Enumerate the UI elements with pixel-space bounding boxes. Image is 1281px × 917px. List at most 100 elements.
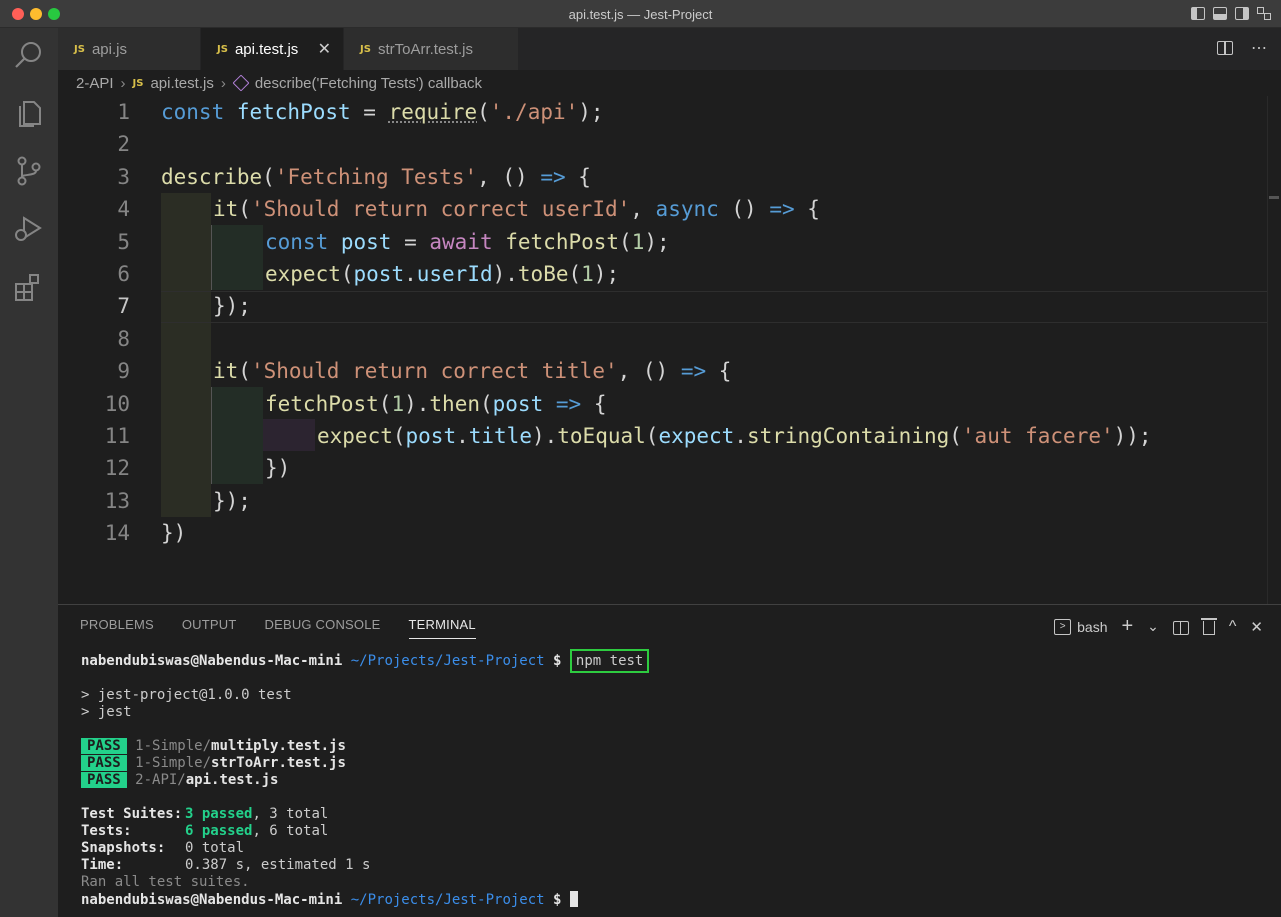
terminal-cursor bbox=[569, 891, 578, 907]
property: userId bbox=[416, 262, 493, 286]
prompt-sign: $ bbox=[553, 653, 562, 669]
test-dir: 2-API/ bbox=[135, 772, 186, 788]
code-line-5: const post = await fetchPost(1); bbox=[265, 226, 670, 258]
function-name: fetchPost bbox=[505, 229, 620, 254]
function-name: it bbox=[213, 197, 239, 222]
indent-guide-1 bbox=[161, 193, 211, 517]
test-dir: 1-Simple/ bbox=[135, 755, 212, 771]
line-number: 6 bbox=[117, 262, 130, 286]
run-debug-icon[interactable] bbox=[12, 212, 46, 246]
new-terminal-icon[interactable]: + bbox=[1121, 615, 1133, 638]
prompt-user: nabendubiswas@Nabendus-Mac-mini bbox=[81, 653, 343, 669]
line-number: 3 bbox=[117, 164, 130, 189]
keyword-await: await bbox=[429, 229, 493, 254]
javascript-file-icon: JS bbox=[74, 43, 85, 55]
toggle-panel-icon[interactable] bbox=[1213, 7, 1227, 20]
breadcrumb: 2-API › JS api.test.js › describe('Fetch… bbox=[58, 70, 1281, 96]
function-name: toBe bbox=[517, 262, 569, 286]
search-icon[interactable] bbox=[12, 38, 46, 72]
summary-time: Time: 0.387 s, estimated 1 s bbox=[81, 857, 370, 874]
identifier: post bbox=[405, 424, 457, 448]
line-number: 10 bbox=[104, 391, 130, 416]
line-number: 9 bbox=[117, 359, 130, 384]
window-title: api.test.js — Jest-Project bbox=[568, 7, 713, 22]
breadcrumb-folder[interactable]: 2-API bbox=[76, 75, 114, 92]
close-tab-icon[interactable]: ✕ bbox=[318, 39, 331, 59]
split-terminal-icon[interactable] bbox=[1172, 621, 1189, 635]
terminal-selector[interactable]: > bash bbox=[1054, 618, 1107, 635]
breadcrumb-file[interactable]: api.test.js bbox=[150, 75, 213, 92]
scrollbar-marker bbox=[1269, 196, 1279, 199]
ran-all-text: Ran all test suites. bbox=[81, 874, 250, 890]
punctuation: ( bbox=[262, 164, 275, 189]
tab-terminal[interactable]: TERMINAL bbox=[408, 617, 476, 639]
function-name: it bbox=[213, 359, 239, 384]
function-name: toEqual bbox=[557, 424, 646, 448]
code-editor[interactable]: 1 2 3 4 5 6 7 8 9 10 11 12 13 14 const f… bbox=[58, 96, 1281, 604]
tab-problems[interactable]: PROBLEMS bbox=[80, 617, 154, 639]
current-line-highlight bbox=[161, 291, 1281, 323]
tab-api-js[interactable]: JS api.js bbox=[58, 28, 201, 70]
activity-bar bbox=[0, 28, 58, 917]
operator: = bbox=[350, 100, 389, 124]
more-actions-icon[interactable]: ⋯ bbox=[1251, 38, 1267, 58]
punctuation: ( bbox=[238, 359, 251, 384]
maximize-panel-icon[interactable]: ^ bbox=[1229, 618, 1237, 636]
prompt-sign: $ bbox=[553, 892, 562, 908]
arrow: => bbox=[540, 164, 566, 189]
tab-api-test-js[interactable]: JS api.test.js ✕ bbox=[201, 28, 344, 70]
identifier: expect bbox=[658, 424, 735, 448]
chevron-right-icon: › bbox=[120, 74, 126, 92]
summary-snapshots: Snapshots: 0 total bbox=[81, 840, 244, 857]
explorer-files-icon[interactable] bbox=[12, 96, 46, 130]
summary-passed: 3 passed bbox=[185, 806, 253, 822]
summary-label: Time: bbox=[81, 857, 124, 873]
identifier: post bbox=[328, 229, 392, 254]
punctuation: )); bbox=[1113, 424, 1152, 448]
symbol-method-icon bbox=[232, 74, 250, 92]
prompt-user: nabendubiswas@Nabendus-Mac-mini bbox=[81, 892, 343, 908]
editor-scrollbar[interactable] bbox=[1267, 96, 1281, 604]
line-number: 13 bbox=[104, 488, 130, 513]
number: 1 bbox=[581, 262, 594, 286]
line-number: 11 bbox=[104, 424, 130, 448]
prompt-path: ~/Projects/Jest-Project bbox=[350, 892, 545, 908]
summary-label: Snapshots: bbox=[81, 840, 166, 856]
line-number: 12 bbox=[104, 456, 130, 481]
terminal-dropdown-icon[interactable]: ⌄ bbox=[1147, 618, 1159, 635]
source-control-icon[interactable] bbox=[12, 154, 46, 188]
toggle-secondary-sidebar-icon[interactable] bbox=[1235, 7, 1249, 20]
summary-total: , 3 total bbox=[252, 806, 329, 822]
customize-layout-icon[interactable] bbox=[1257, 7, 1271, 20]
tab-debug-console[interactable]: DEBUG CONSOLE bbox=[265, 617, 381, 639]
punctuation: ( bbox=[949, 424, 962, 448]
kill-terminal-icon[interactable] bbox=[1200, 618, 1217, 635]
terminal-text: > jest-project@1.0.0 test bbox=[81, 687, 292, 703]
string: 'Should return correct userId' bbox=[250, 197, 631, 222]
extensions-icon[interactable] bbox=[12, 270, 46, 304]
indent-guide-3 bbox=[263, 419, 315, 451]
line-number-current: 7 bbox=[117, 294, 130, 319]
toggle-sidebar-icon[interactable] bbox=[1191, 7, 1205, 20]
parameter: post bbox=[492, 391, 544, 416]
tab-output[interactable]: OUTPUT bbox=[182, 617, 237, 639]
code-line-11: expect(post.title).toEqual(expect.string… bbox=[317, 420, 1152, 452]
punctuation: ( bbox=[340, 262, 354, 286]
punctuation: , bbox=[630, 197, 656, 222]
punctuation: ( bbox=[378, 391, 392, 416]
tab-strtoarr-test-js[interactable]: JS strToArr.test.js bbox=[344, 28, 519, 70]
function-name: expect bbox=[317, 424, 393, 448]
terminal-text: > jest bbox=[81, 704, 132, 720]
function-name: describe bbox=[161, 164, 263, 189]
punctuation: , () bbox=[477, 164, 541, 189]
summary-tests: Tests: 6 passed, 6 total bbox=[81, 823, 328, 840]
punctuation: { bbox=[565, 164, 591, 189]
breadcrumb-symbol[interactable]: describe('Fetching Tests') callback bbox=[255, 75, 482, 92]
close-panel-icon[interactable]: ✕ bbox=[1250, 618, 1263, 636]
split-editor-icon[interactable] bbox=[1217, 41, 1233, 55]
code-line-1: const fetchPost = require('./api'); bbox=[161, 96, 604, 128]
punctuation: ); bbox=[578, 100, 604, 124]
test-result-row: PASS 1-Simple/strToArr.test.js bbox=[81, 755, 346, 772]
